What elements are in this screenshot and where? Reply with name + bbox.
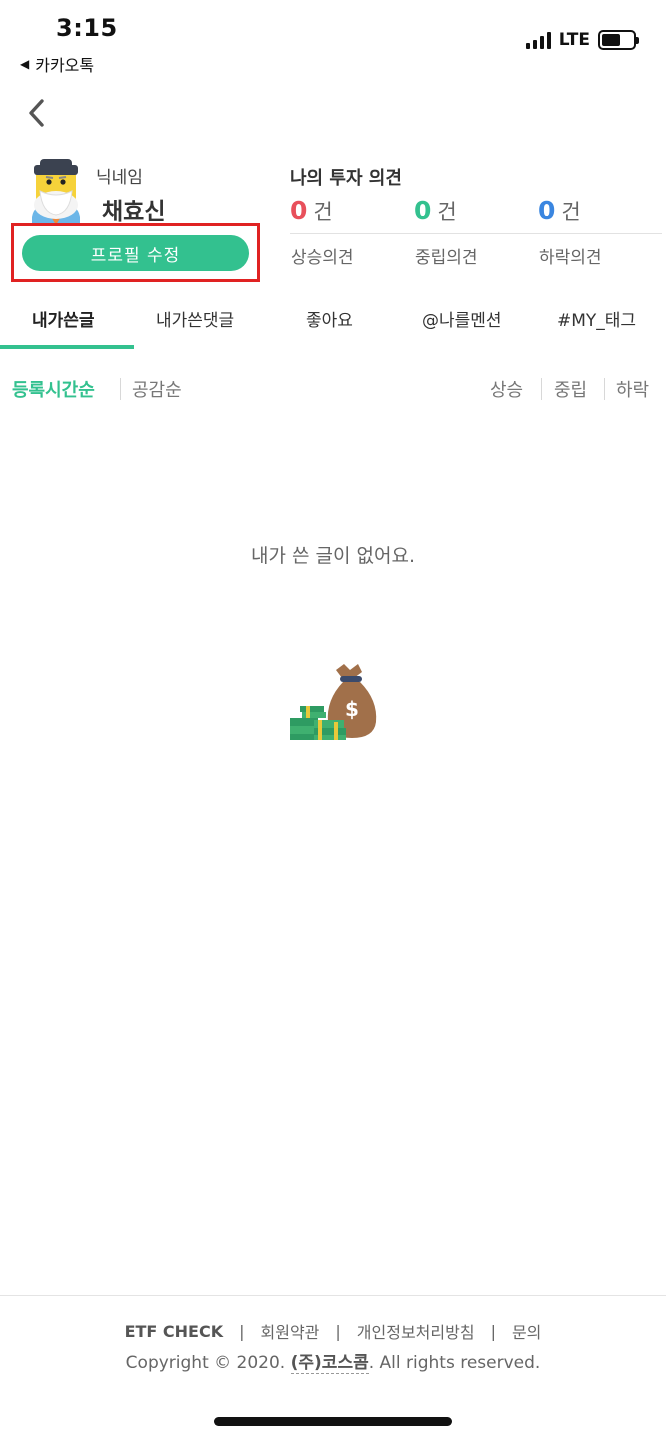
opinion-title: 나의 투자 의견 (290, 168, 402, 189)
rise-unit: 건 (313, 200, 333, 224)
footer-links: ETF CHECK | 회원약관 | 개인정보처리방침 | 문의 (0, 1319, 666, 1343)
chevron-left-icon (29, 99, 44, 127)
active-tab-indicator (0, 345, 134, 349)
tab-my-posts[interactable]: 내가쓴글 (32, 306, 95, 331)
sort-by-time[interactable]: 등록시간순 (12, 376, 95, 402)
copyright-prefix: Copyright © 2020. (125, 1353, 286, 1373)
neutral-unit: 건 (437, 200, 457, 224)
avatar (22, 155, 90, 225)
empty-message: 내가 쓴 글이 없어요. (251, 545, 415, 567)
money-bag-icon: $ (288, 660, 380, 742)
copyright-suffix: . All rights reserved. (368, 1353, 541, 1373)
divider (290, 233, 662, 234)
tab-mentions[interactable]: @나를멘션 (422, 306, 502, 331)
neutral-count: 0 (414, 196, 432, 225)
back-button[interactable] (22, 96, 52, 130)
fall-unit: 건 (561, 200, 581, 224)
rise-count: 0 (290, 196, 308, 225)
edit-profile-button[interactable]: 프로필 수정 (22, 235, 249, 271)
fall-count: 0 (538, 196, 556, 225)
rise-opinion-label: 상승의견 (291, 248, 354, 268)
fall-opinion-label: 하락의견 (539, 248, 602, 268)
footer-link-privacy[interactable]: 개인정보처리방침 (357, 1319, 475, 1343)
status-time: 3:15 (56, 14, 118, 42)
tab-likes[interactable]: 좋아요 (306, 306, 353, 331)
nickname-label: 닉네임 (96, 168, 143, 188)
sort-by-likes[interactable]: 공감순 (132, 376, 182, 402)
svg-text:$: $ (345, 697, 359, 721)
filter-separator (541, 378, 542, 400)
fall-opinion-count: 0 건 (538, 196, 581, 226)
neutral-opinion-label: 중립의견 (415, 248, 478, 268)
rise-opinion-count: 0 건 (290, 196, 333, 226)
company-link[interactable]: (주)코스콤 (290, 1353, 369, 1374)
battery-icon (598, 30, 639, 50)
back-triangle-icon: ◀ (20, 57, 30, 71)
filter-separator (604, 378, 605, 400)
sort-separator (120, 378, 121, 400)
footer-link-contact[interactable]: 문의 (512, 1319, 541, 1343)
footer-link-terms[interactable]: 회원약관 (261, 1319, 320, 1343)
footer-separator: | (490, 1321, 496, 1341)
status-indicators: LTE (525, 30, 639, 50)
nickname-value: 채효신 (102, 199, 166, 225)
neutral-opinion-count: 0 건 (414, 196, 457, 226)
status-back-to-app[interactable]: ◀ 카카오톡 (20, 52, 94, 76)
tab-my-comments[interactable]: 내가쓴댓글 (156, 306, 234, 331)
signal-icon (525, 31, 551, 49)
footer-separator: | (335, 1321, 341, 1341)
back-app-label: 카카오톡 (35, 56, 95, 75)
home-indicator[interactable] (214, 1417, 452, 1426)
filter-neutral[interactable]: 중립 (554, 376, 587, 402)
copyright: Copyright © 2020. (주)코스콤. All rights res… (0, 1348, 666, 1374)
footer-brand[interactable]: ETF CHECK (125, 1322, 224, 1341)
tab-my-tags[interactable]: #MY_태그 (557, 306, 636, 331)
filter-rise[interactable]: 상승 (490, 376, 523, 402)
footer-divider (0, 1295, 666, 1296)
avatar-character-icon (32, 159, 80, 225)
network-type: LTE (558, 30, 590, 50)
footer-separator: | (239, 1321, 245, 1341)
filter-fall[interactable]: 하락 (616, 376, 649, 402)
